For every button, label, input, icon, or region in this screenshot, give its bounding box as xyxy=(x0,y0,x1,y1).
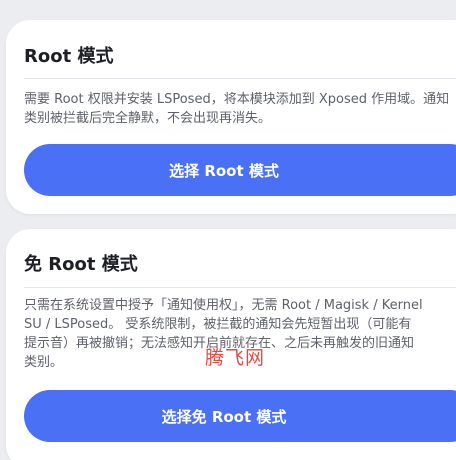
rootless-mode-title: 免 Root 模式 xyxy=(24,254,138,275)
select-root-mode-label: 选择 Root 模式 xyxy=(169,161,279,180)
select-root-mode-button[interactable]: 选择 Root 模式 xyxy=(24,144,456,196)
select-rootless-mode-button[interactable]: 选择免 Root 模式 xyxy=(24,390,456,442)
mode-selection-screen: Root 模式 需要 Root 权限并安装 LSPosed，将本模块添加到 Xp… xyxy=(0,0,456,460)
select-rootless-mode-label: 选择免 Root 模式 xyxy=(161,407,287,426)
root-mode-description: 需要 Root 权限并安装 LSPosed，将本模块添加到 Xposed 作用域… xyxy=(24,92,450,126)
rootless-mode-description: 只需在系统设置中授予「通知使用权」，无需 Root / Magisk / Ker… xyxy=(24,298,423,370)
root-mode-card: Root 模式 需要 Root 权限并安装 LSPosed，将本模块添加到 Xp… xyxy=(6,20,456,214)
rootless-mode-divider xyxy=(24,287,456,288)
rootless-mode-card: 免 Root 模式 只需在系统设置中授予「通知使用权」，无需 Root / Ma… xyxy=(6,229,456,460)
root-mode-title: Root 模式 xyxy=(24,46,114,67)
root-mode-divider xyxy=(24,78,456,79)
